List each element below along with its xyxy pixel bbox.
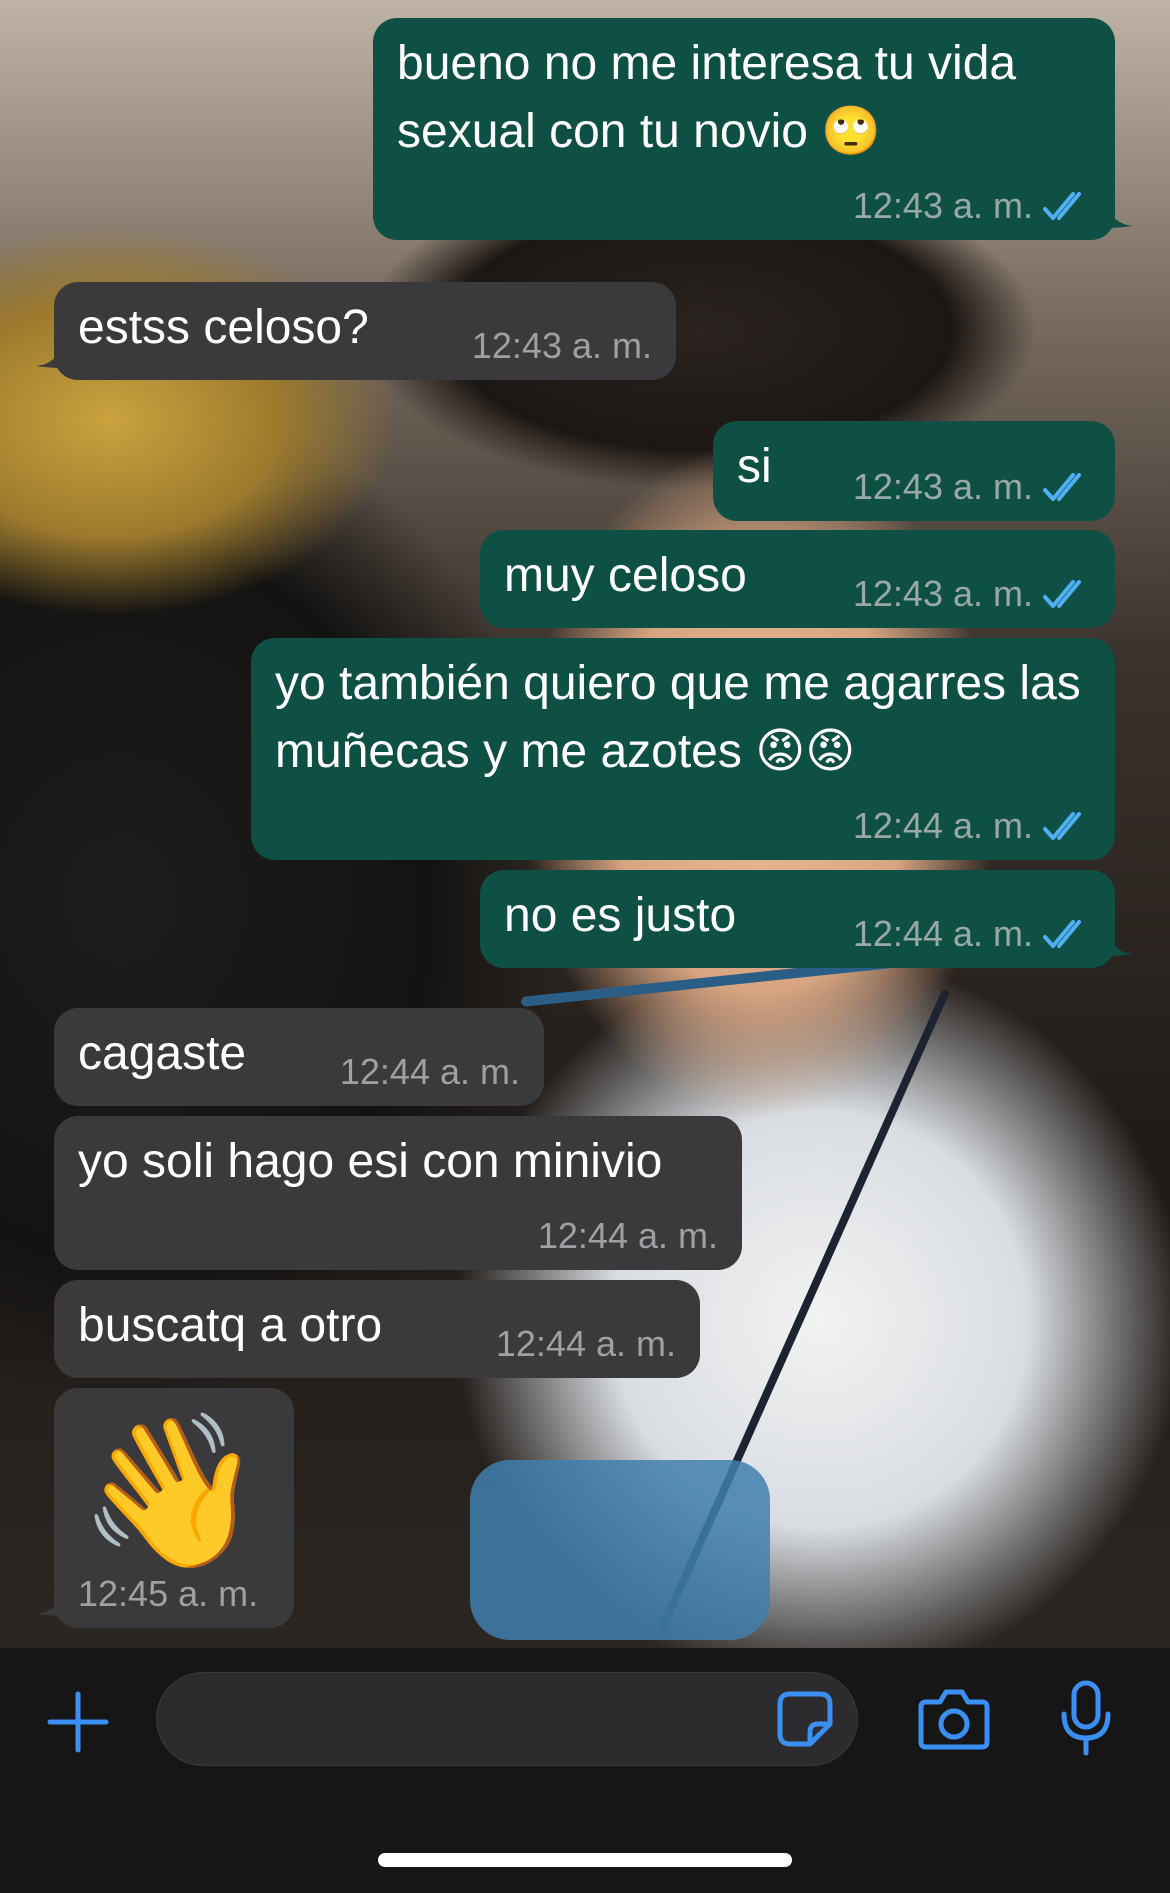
bubble-tail: [36, 342, 62, 368]
bubble-tail: [1107, 202, 1133, 228]
message-bubble-incoming[interactable]: 👋 12:45 a. m.: [36, 1388, 294, 1628]
read-receipt-icon: [1043, 812, 1081, 840]
message-meta: 12:43 a. m.: [853, 184, 1091, 228]
message-text: yo también quiero que me agarres las muñ…: [275, 657, 1095, 778]
message-time: 12:44 a. m.: [339, 1051, 520, 1092]
waving-hand-emoji: 👋: [78, 1407, 265, 1575]
message-bubble-outgoing[interactable]: bueno no me interesa tu vida sexual con …: [373, 18, 1133, 240]
message-bubble-outgoing[interactable]: muy celoso 12:43 a. m.: [480, 530, 1115, 628]
message-meta: 12:45 a. m.: [78, 1572, 258, 1616]
message-bubble-incoming[interactable]: estss celoso? 12:43 a. m.: [36, 282, 676, 380]
message-bubble-outgoing[interactable]: no es justo 12:44 a. m.: [480, 870, 1133, 968]
message-text: bueno no me interesa tu vida sexual con …: [397, 37, 1030, 158]
message-time: 12:43 a. m.: [852, 185, 1033, 226]
read-receipt-icon: [1043, 580, 1081, 608]
message-input[interactable]: [187, 1673, 747, 1765]
message-list[interactable]: bueno no me interesa tu vida sexual con …: [0, 0, 1170, 1648]
message-time: 12:44 a. m.: [495, 1323, 676, 1364]
message-bubble-incoming[interactable]: yo soli hago esi con minivio 12:44 a. m.: [54, 1116, 742, 1270]
message-bubble-incoming[interactable]: cagaste 12:44 a. m.: [54, 1008, 544, 1106]
message-time: 12:44 a. m.: [852, 913, 1033, 954]
message-bubble-outgoing[interactable]: si 12:43 a. m.: [713, 421, 1115, 521]
message-meta: 12:44 a. m.: [538, 1214, 718, 1258]
message-time: 12:43 a. m.: [852, 573, 1033, 614]
message-meta: 12:44 a. m.: [496, 1322, 676, 1366]
read-receipt-icon: [1043, 473, 1081, 501]
message-bubble-incoming[interactable]: buscatq a otro 12:44 a. m.: [54, 1280, 700, 1378]
sticker-icon[interactable]: [776, 1690, 834, 1748]
message-meta: 12:43 a. m.: [853, 465, 1091, 509]
read-receipt-icon: [1043, 920, 1081, 948]
message-input-field[interactable]: [156, 1672, 858, 1766]
plus-icon[interactable]: [46, 1690, 110, 1754]
read-receipt-icon: [1043, 192, 1081, 220]
message-time: 12:44 a. m.: [852, 805, 1033, 846]
message-text: yo soli hago esi con minivio: [78, 1135, 663, 1188]
bubble-tail: [1107, 930, 1133, 956]
home-indicator[interactable]: [378, 1853, 792, 1867]
message-bubble-outgoing[interactable]: yo también quiero que me agarres las muñ…: [251, 638, 1115, 860]
message-time: 12:43 a. m.: [852, 466, 1033, 507]
microphone-icon[interactable]: [1060, 1680, 1112, 1756]
message-time: 12:43 a. m.: [471, 325, 652, 366]
message-time: 12:44 a. m.: [537, 1215, 718, 1256]
message-meta: 12:44 a. m.: [340, 1050, 520, 1094]
message-meta: 12:43 a. m.: [853, 572, 1091, 616]
camera-icon[interactable]: [918, 1688, 990, 1750]
message-meta: 12:44 a. m.: [853, 804, 1091, 848]
bubble-tail: [36, 1590, 62, 1616]
message-meta: 12:44 a. m.: [853, 912, 1091, 956]
message-time: 12:45 a. m.: [78, 1573, 259, 1614]
message-meta: 12:43 a. m.: [472, 324, 652, 368]
